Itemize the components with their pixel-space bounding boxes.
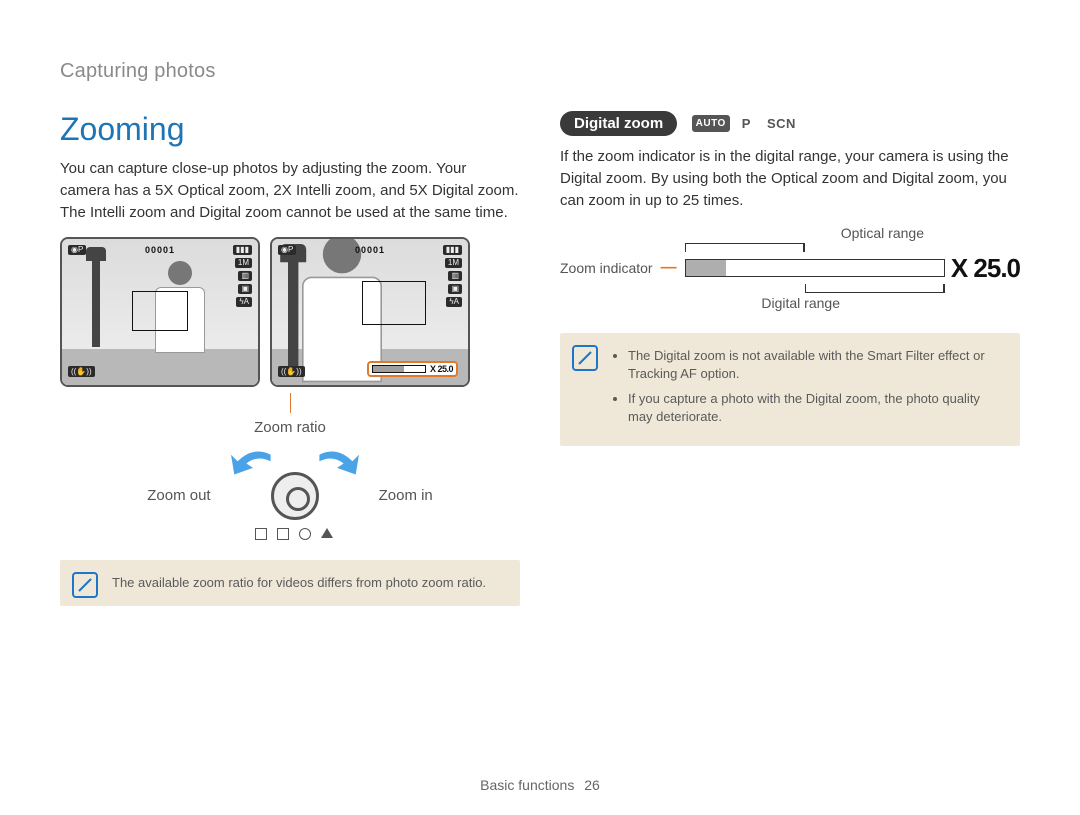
zoom-max-value: X 25.0 [951,253,1020,284]
mode-badges: AUTO P SCN [692,115,800,132]
zoom-range-bar [685,259,945,277]
digital-range-label: Digital range [761,295,840,311]
callout-dash-icon: — [661,259,677,277]
chapter-heading: Capturing photos [60,60,1020,83]
play-icon [299,528,311,540]
left-column: Zooming You can capture close-up photos … [60,111,520,606]
subsection-header: Digital zoom AUTO P SCN [560,111,1020,136]
mode-icon: ◉P [278,245,296,255]
footer-section: Basic functions [480,777,574,793]
zoom-indicator-callout: X 25.0 [367,361,458,377]
battery-icon: ▮▮▮ [443,245,462,255]
resolution-icon: 1M [235,258,252,268]
digital-zoom-pill: Digital zoom [560,111,677,136]
zoom-range-diagram: Optical range Zoom indicator — X 25.0 Di… [560,225,1020,311]
digital-bracket-icon [805,281,945,293]
note-bullet: The Digital zoom is not available with t… [628,347,1006,383]
note-bullet: If you capture a photo with the Digital … [628,390,1006,426]
wide-icon [255,528,267,540]
camera-screen-tele: ◉P 00001 ▮▮▮ 1M ▥ ▣ ϟA ((✋)) X 25.0 [270,237,470,387]
page-footer: Basic functions 26 [0,777,1080,793]
zoom-value: X 25.0 [430,364,453,374]
right-column: Digital zoom AUTO P SCN If the zoom indi… [560,111,1020,606]
intro-paragraph: You can capture close-up photos by adjus… [60,158,520,223]
camera-screens: ◉P 00001 ▮▮▮ 1M ▥ ▣ ϟA ((✋)) [60,237,520,387]
manual-page: Capturing photos Zooming You can capture… [0,0,1080,815]
camera-screen-wide: ◉P 00001 ▮▮▮ 1M ▥ ▣ ϟA ((✋)) [60,237,260,387]
mode-auto-icon: AUTO [692,115,730,132]
mode-icon: ◉P [68,245,86,255]
note-box-right: The Digital zoom is not available with t… [560,333,1020,446]
zoom-dial-diagram: Zoom out Zoom in [60,450,520,540]
callout-leader [290,393,291,413]
section-title: Zooming [60,111,520,148]
tele-icon [277,528,289,540]
frame-counter: 00001 [145,245,175,255]
flash-icon: ϟA [236,297,252,307]
af-icon: ▣ [238,284,252,294]
optical-range-label: Optical range [841,225,924,241]
zoom-out-label: Zoom out [147,487,210,504]
resolution-icon: 1M [445,258,462,268]
note-icon [72,572,98,598]
flash-icon: ϟA [446,297,462,307]
focus-box-icon [362,281,426,325]
stabilizer-icon: ((✋)) [68,366,95,377]
optical-bracket-icon [685,243,805,255]
two-column-layout: Zooming You can capture close-up photos … [60,111,1020,606]
mode-scn-icon: SCN [763,115,800,132]
note-text: The available zoom ratio for videos diff… [112,575,486,590]
note-box-left: The available zoom ratio for videos diff… [60,560,520,606]
af-icon: ▣ [448,284,462,294]
focus-box-icon [132,291,188,331]
zoom-indicator-label: Zoom indicator [560,260,653,276]
quality-icon: ▥ [238,271,252,281]
zoom-ratio-label: Zoom ratio [60,419,520,436]
arrow-right-icon [315,450,359,488]
zoom-in-label: Zoom in [379,487,433,504]
note-icon [572,345,598,371]
mode-p-icon: P [738,115,755,132]
quality-icon: ▥ [448,271,462,281]
magnify-icon [321,528,333,538]
zoom-dial-icon [271,472,319,520]
digital-zoom-paragraph: If the zoom indicator is in the digital … [560,146,1020,211]
stabilizer-icon: ((✋)) [278,366,305,377]
battery-icon: ▮▮▮ [233,245,252,255]
arrow-left-icon [231,450,275,488]
frame-counter: 00001 [355,245,385,255]
page-number: 26 [584,777,600,793]
